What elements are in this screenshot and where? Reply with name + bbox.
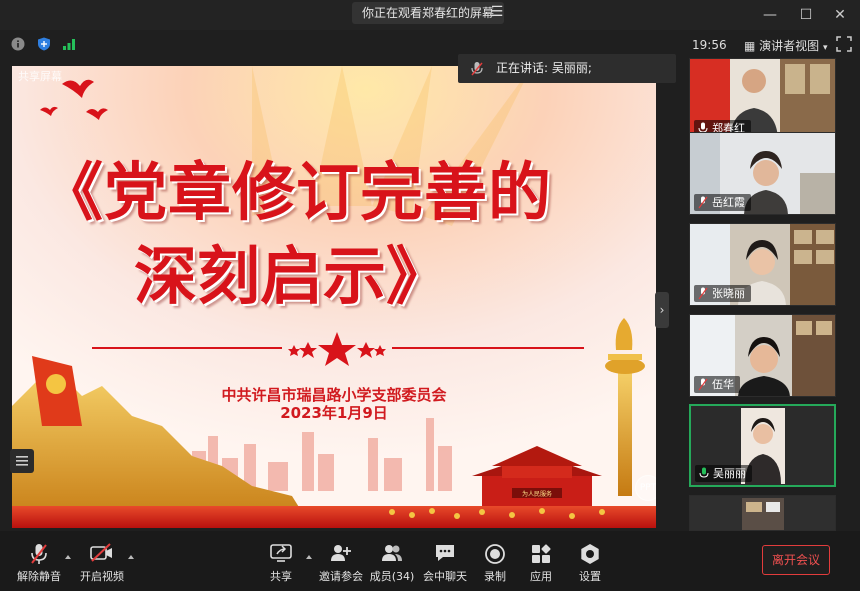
participant-name: 岳红霞: [694, 194, 751, 211]
mic-muted-icon: [698, 196, 708, 209]
speaking-indicator: 正在讲话: 吴丽丽;: [458, 54, 676, 83]
close-icon[interactable]: ✕: [830, 5, 850, 25]
mic-muted-icon: [471, 62, 483, 76]
participant-name: 吴丽丽: [695, 465, 752, 482]
mic-muted-icon: [698, 287, 708, 300]
leave-meeting-button[interactable]: 离开会议: [762, 545, 830, 575]
participant-video: [690, 496, 835, 530]
record-icon: [485, 544, 505, 564]
share-options-caret[interactable]: [306, 555, 312, 559]
participant-tile-active[interactable]: 吴丽丽: [689, 404, 836, 487]
video-options-caret[interactable]: [128, 555, 134, 559]
slide-title-line1: 《党章修订完善的: [40, 155, 552, 229]
audio-options-caret[interactable]: [65, 555, 71, 559]
settings-button[interactable]: 设置: [573, 531, 607, 591]
chat-icon: [436, 545, 454, 561]
slide-title-line2: 深刻启示》: [134, 239, 449, 313]
participant-name: 张晓丽: [694, 285, 751, 302]
collapse-panel-handle[interactable]: ›: [655, 292, 669, 328]
window-title: 你正在观看郑春红的屏幕: [352, 2, 505, 24]
add-user-icon: [331, 545, 351, 561]
network-signal-icon[interactable]: [62, 37, 76, 51]
slide-list-button[interactable]: [10, 449, 34, 473]
unmute-button[interactable]: 解除静音: [12, 531, 66, 591]
info-icon[interactable]: [11, 37, 25, 51]
camera-off-icon: [90, 543, 112, 562]
share-label: 共享屏幕: [18, 70, 62, 83]
ppt-badge: PPT: [635, 475, 656, 501]
meeting-toolbar: 解除静音 开启视频 共享 邀请参会 成员(34) 会中聊天 录制 应用 设置 离…: [0, 531, 860, 591]
layout-icon: ▦: [744, 39, 756, 53]
list-icon: [16, 456, 28, 466]
members-button[interactable]: 成员(34): [368, 531, 416, 591]
view-mode-label: 演讲者视图: [759, 39, 820, 53]
security-shield-icon[interactable]: [37, 37, 51, 51]
mic-muted-icon: [698, 378, 708, 391]
status-bar: 19:56 ▦ 演讲者视图 ▾: [0, 30, 860, 58]
start-video-button[interactable]: 开启视频: [76, 531, 128, 591]
share-button[interactable]: 共享: [260, 531, 302, 591]
share-screen-icon: [270, 544, 292, 562]
participant-tile[interactable]: 郑春红: [689, 58, 836, 141]
chat-button[interactable]: 会中聊天: [420, 531, 470, 591]
slide-date: 2023年1月9日: [280, 404, 388, 422]
participant-name: 伍华: [694, 376, 740, 393]
apps-button[interactable]: 应用: [524, 531, 558, 591]
fullscreen-icon[interactable]: [836, 36, 852, 52]
participant-tile[interactable]: 伍华: [689, 314, 836, 397]
svg-text:为人民服务: 为人民服务: [522, 490, 552, 498]
view-options-icon[interactable]: ☰: [486, 2, 508, 24]
mic-muted-icon: [31, 544, 47, 564]
title-bar: 你正在观看郑春红的屏幕 ☰ — ☐ ✕: [0, 0, 860, 30]
members-icon: [382, 545, 402, 561]
meeting-window: 你正在观看郑春红的屏幕 ☰ — ☐ ✕ 19:56 ▦ 演讲者视图 ▾ 为人民服…: [0, 0, 860, 591]
clock: 19:56: [692, 38, 727, 52]
shared-screen: 为人民服务 《党章修订完善的 深刻启示》 中共许昌市瑞昌路小学支部委员会 202…: [12, 66, 656, 528]
view-mode-dropdown[interactable]: ▦ 演讲者视图 ▾: [744, 37, 828, 54]
chevron-down-icon: ▾: [823, 43, 828, 53]
participant-tile[interactable]: 岳红霞: [689, 132, 836, 215]
record-button[interactable]: 录制: [478, 531, 512, 591]
participant-tile[interactable]: [689, 495, 836, 531]
maximize-icon[interactable]: ☐: [796, 5, 816, 25]
speaking-label: 正在讲话: 吴丽丽;: [496, 61, 592, 75]
apps-icon: [532, 544, 551, 563]
mic-active-icon: [699, 467, 709, 478]
invite-button[interactable]: 邀请参会: [318, 531, 364, 591]
minimize-icon[interactable]: —: [760, 5, 780, 25]
participant-tile[interactable]: 张晓丽: [689, 223, 836, 306]
gear-icon: [581, 544, 599, 564]
